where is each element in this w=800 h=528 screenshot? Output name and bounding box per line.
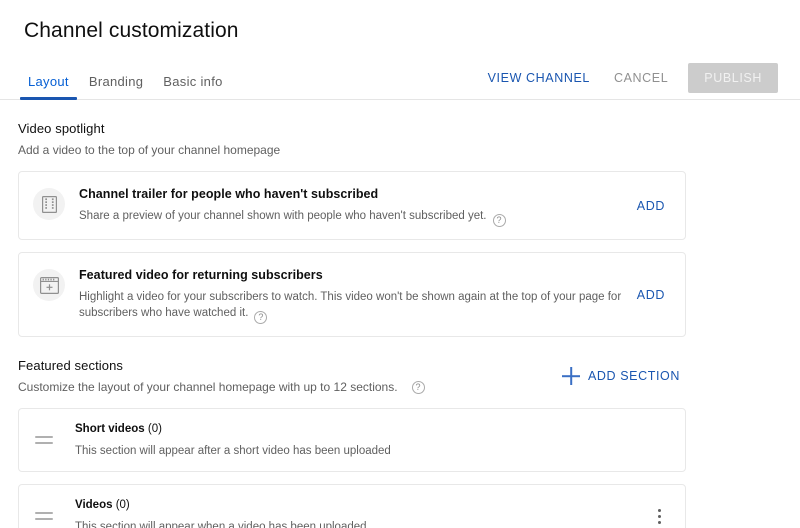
help-icon[interactable]: ?	[254, 311, 268, 324]
header-bar: Layout Branding Basic info VIEW CHANNEL …	[0, 60, 800, 100]
video-spotlight-subtitle-text: Add a video to the top of your channel h…	[18, 143, 281, 157]
featured-sections-subtitle: Customize the layout of your channel hom…	[18, 379, 425, 396]
channel-trailer-description: Share a preview of your channel shown wi…	[79, 208, 623, 227]
add-section-button[interactable]: ADD SECTION	[558, 361, 684, 391]
section-row-short-videos[interactable]: Short videos (0) This section will appea…	[18, 408, 686, 472]
channel-trailer-description-text: Share a preview of your channel shown wi…	[79, 210, 487, 222]
featured-video-description-text: Highlight a video for your subscribers t…	[79, 291, 622, 319]
featured-sections-section: Featured sections Customize the layout o…	[18, 357, 800, 528]
main-content: Video spotlight Add a video to the top o…	[0, 120, 800, 528]
help-icon[interactable]: ?	[411, 381, 425, 394]
tab-layout[interactable]: Layout	[18, 74, 79, 100]
video-spotlight-subtitle: Add a video to the top of your channel h…	[18, 142, 800, 159]
videos-name: Videos	[75, 499, 113, 511]
short-videos-description: This section will appear after a short v…	[75, 445, 391, 457]
add-featured-video-button[interactable]: ADD	[633, 282, 669, 308]
channel-trailer-title: Channel trailer for people who haven't s…	[79, 187, 379, 201]
film-strip-icon	[33, 188, 65, 220]
header-actions: VIEW CHANNEL CANCEL PUBLISH	[478, 63, 778, 99]
videos-title: Videos (0)	[75, 497, 647, 513]
short-videos-body: Short videos (0) This section will appea…	[55, 421, 671, 459]
short-videos-count: (0)	[147, 423, 162, 435]
short-videos-title: Short videos (0)	[75, 421, 671, 437]
featured-video-card: Featured video for returning subscribers…	[18, 252, 686, 337]
featured-sections-header: Featured sections Customize the layout o…	[18, 357, 684, 396]
featured-video-body: Featured video for returning subscribers…	[65, 267, 633, 324]
page-title: Channel customization	[24, 19, 239, 42]
video-slate-icon	[33, 269, 65, 301]
drag-handle-icon[interactable]	[33, 512, 55, 520]
featured-video-description: Highlight a video for your subscribers t…	[79, 289, 623, 324]
section-row-videos[interactable]: Videos (0) This section will appear when…	[18, 484, 686, 528]
drag-handle-icon[interactable]	[33, 436, 55, 444]
more-options-icon[interactable]	[647, 504, 671, 528]
video-spotlight-title: Video spotlight	[18, 121, 105, 136]
tab-basic-info[interactable]: Basic info	[153, 74, 232, 99]
tab-bar: Layout Branding Basic info	[0, 60, 233, 100]
channel-trailer-body: Channel trailer for people who haven't s…	[65, 186, 633, 227]
featured-video-title: Featured video for returning subscribers	[79, 268, 323, 282]
view-channel-button[interactable]: VIEW CHANNEL	[478, 63, 600, 93]
featured-sections-title: Featured sections	[18, 358, 124, 373]
add-section-label: ADD SECTION	[587, 369, 680, 383]
videos-description: This section will appear when a video ha…	[75, 521, 367, 528]
help-icon[interactable]: ?	[492, 214, 506, 227]
video-spotlight-section: Video spotlight Add a video to the top o…	[18, 120, 800, 337]
publish-button[interactable]: PUBLISH	[688, 63, 778, 93]
cancel-button[interactable]: CANCEL	[604, 63, 678, 93]
featured-sections-subtitle-text: Customize the layout of your channel hom…	[18, 380, 398, 394]
videos-count: (0)	[115, 499, 130, 511]
plus-icon	[562, 367, 580, 385]
channel-trailer-card: Channel trailer for people who haven't s…	[18, 171, 686, 240]
add-channel-trailer-button[interactable]: ADD	[633, 193, 669, 219]
page-header: Channel customization	[0, 0, 800, 44]
tab-branding[interactable]: Branding	[79, 74, 153, 99]
videos-body: Videos (0) This section will appear when…	[55, 497, 647, 528]
featured-sections-heading-group: Featured sections Customize the layout o…	[18, 357, 425, 396]
short-videos-name: Short videos	[75, 423, 145, 435]
